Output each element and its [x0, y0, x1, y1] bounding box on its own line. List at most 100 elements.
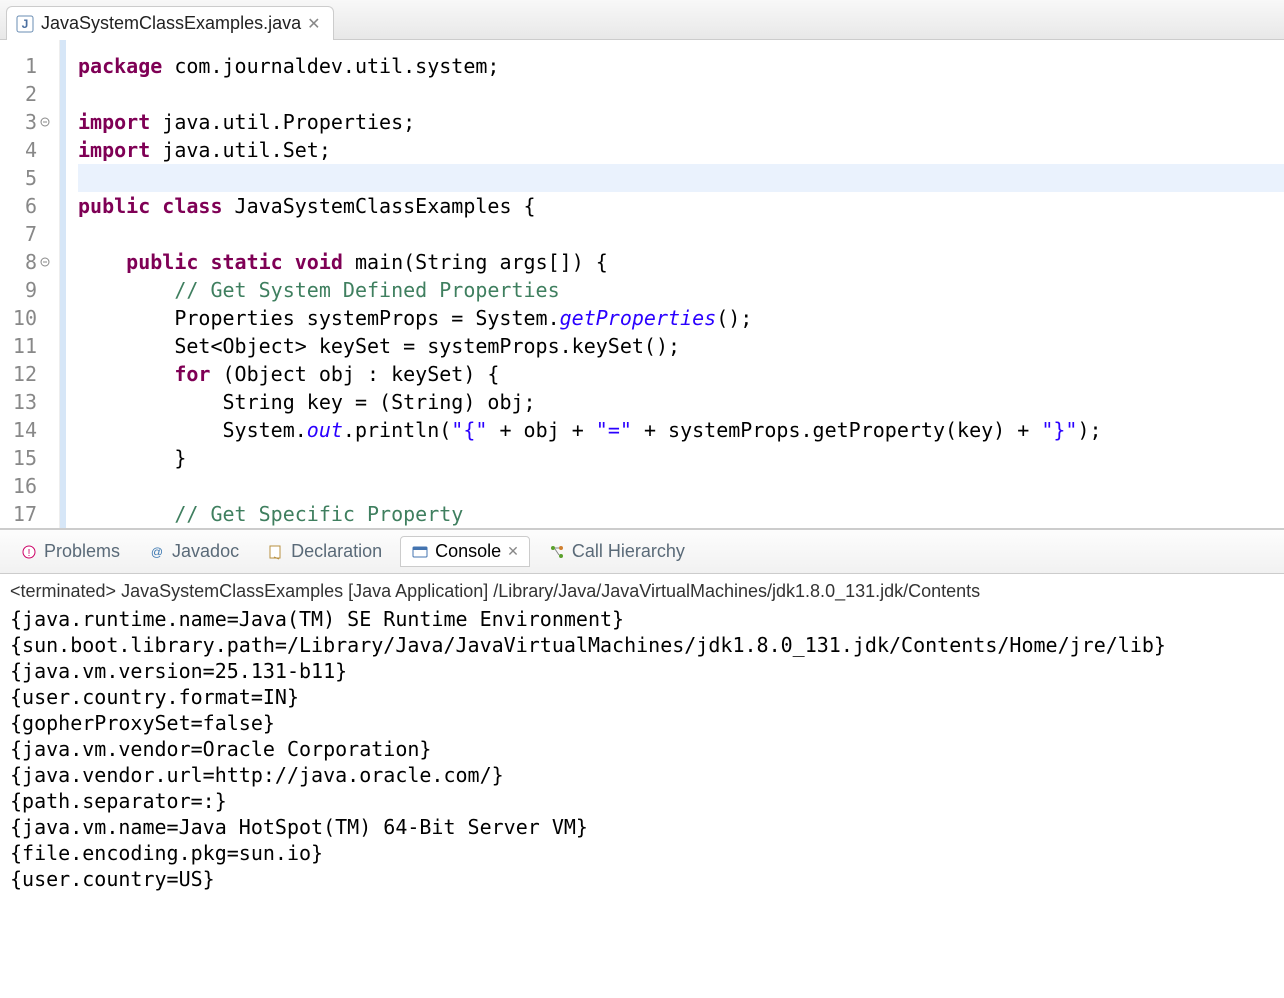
fold-marker[interactable] [39, 116, 51, 128]
line-number: 16 [13, 472, 37, 500]
svg-text:J: J [22, 17, 29, 31]
bottom-panel: ! Problems @ Javadoc Declaration Console… [0, 529, 1284, 896]
console-line: {java.vendor.url=http://java.oracle.com/… [10, 762, 1274, 788]
editor-body[interactable]: 1234567891011121314151617 package com.jo… [0, 40, 1284, 528]
fold-marker [39, 284, 51, 296]
fold-marker [39, 60, 51, 72]
fold-marker [39, 396, 51, 408]
view-tab-console[interactable]: Console ✕ [400, 536, 530, 567]
console-line: {user.country=US} [10, 866, 1274, 892]
code-line[interactable] [78, 164, 1284, 192]
console-line: {java.vm.version=25.131-b11} [10, 658, 1274, 684]
editor-tab-bar: J JavaSystemClassExamples.java ✕ [0, 0, 1284, 40]
line-number: 9 [25, 276, 37, 304]
code-line[interactable]: public static void main(String args[]) { [78, 248, 1284, 276]
code-line[interactable] [78, 472, 1284, 500]
view-tab-problems[interactable]: ! Problems [10, 537, 130, 566]
line-number: 7 [25, 220, 37, 248]
close-icon[interactable]: ✕ [307, 14, 320, 34]
code-line[interactable]: Properties systemProps = System.getPrope… [78, 304, 1284, 332]
editor-tab-active[interactable]: J JavaSystemClassExamples.java ✕ [6, 6, 334, 40]
console-line: {java.vm.vendor=Oracle Corporation} [10, 736, 1274, 762]
editor-tab-label: JavaSystemClassExamples.java [41, 13, 301, 34]
console-icon [411, 543, 429, 561]
svg-text:!: ! [28, 548, 31, 559]
line-number: 6 [25, 192, 37, 220]
console-line: {file.encoding.pkg=sun.io} [10, 840, 1274, 866]
gutter-row: 16 [0, 472, 55, 500]
code-area[interactable]: package com.journaldev.util.system; impor… [60, 40, 1284, 528]
console-output: {java.runtime.name=Java(TM) SE Runtime E… [10, 606, 1274, 892]
fold-marker [39, 172, 51, 184]
gutter-row: 5 [0, 164, 55, 192]
console-body[interactable]: <terminated> JavaSystemClassExamples [Ja… [0, 574, 1284, 896]
console-line: {path.separator=:} [10, 788, 1274, 814]
code-line[interactable]: public class JavaSystemClassExamples { [78, 192, 1284, 220]
code-line[interactable]: package com.journaldev.util.system; [78, 52, 1284, 80]
line-number: 12 [13, 360, 37, 388]
console-line: {java.vm.name=Java HotSpot(TM) 64-Bit Se… [10, 814, 1274, 840]
console-line: {gopherProxySet=false} [10, 710, 1274, 736]
close-icon[interactable]: ✕ [507, 543, 519, 560]
gutter-row: 12 [0, 360, 55, 388]
fold-marker [39, 88, 51, 100]
line-number: 13 [13, 388, 37, 416]
code-line[interactable]: // Get Specific Property [78, 500, 1284, 528]
line-number: 10 [13, 304, 37, 332]
gutter-row: 14 [0, 416, 55, 444]
code-line[interactable]: Set<Object> keySet = systemProps.keySet(… [78, 332, 1284, 360]
line-number: 17 [13, 500, 37, 528]
declaration-icon [267, 543, 285, 561]
code-line[interactable]: System.out.println("{" + obj + "=" + sys… [78, 416, 1284, 444]
line-number: 15 [13, 444, 37, 472]
code-line[interactable] [78, 80, 1284, 108]
fold-marker [39, 228, 51, 240]
code-line[interactable]: import java.util.Set; [78, 136, 1284, 164]
line-gutter: 1234567891011121314151617 [0, 40, 60, 528]
gutter-row: 1 [0, 52, 55, 80]
fold-marker[interactable] [39, 256, 51, 268]
gutter-row: 8 [0, 248, 55, 276]
fold-marker [39, 508, 51, 520]
java-file-icon: J [15, 14, 35, 34]
gutter-row: 10 [0, 304, 55, 332]
fold-marker [39, 340, 51, 352]
svg-text:@: @ [151, 545, 163, 559]
view-tab-label: Javadoc [172, 541, 239, 562]
view-tab-label: Problems [44, 541, 120, 562]
code-line[interactable]: // Get System Defined Properties [78, 276, 1284, 304]
gutter-row: 6 [0, 192, 55, 220]
line-number: 8 [25, 248, 37, 276]
console-line: {sun.boot.library.path=/Library/Java/Jav… [10, 632, 1274, 658]
gutter-row: 11 [0, 332, 55, 360]
line-number: 1 [25, 52, 37, 80]
gutter-row: 9 [0, 276, 55, 304]
fold-marker [39, 480, 51, 492]
fold-marker [39, 312, 51, 324]
views-tab-bar: ! Problems @ Javadoc Declaration Console… [0, 530, 1284, 574]
console-line: {user.country.format=IN} [10, 684, 1274, 710]
code-line[interactable]: } [78, 444, 1284, 472]
gutter-row: 7 [0, 220, 55, 248]
view-tab-label: Declaration [291, 541, 382, 562]
code-line[interactable]: import java.util.Properties; [78, 108, 1284, 136]
fold-marker [39, 452, 51, 464]
code-line[interactable] [78, 220, 1284, 248]
gutter-row: 17 [0, 500, 55, 528]
gutter-row: 4 [0, 136, 55, 164]
view-tab-javadoc[interactable]: @ Javadoc [138, 537, 249, 566]
view-tab-declaration[interactable]: Declaration [257, 537, 392, 566]
code-line[interactable]: String key = (String) obj; [78, 388, 1284, 416]
line-number: 4 [25, 136, 37, 164]
console-line: {java.runtime.name=Java(TM) SE Runtime E… [10, 606, 1274, 632]
view-tab-call-hierarchy[interactable]: Call Hierarchy [538, 537, 695, 566]
gutter-row: 2 [0, 80, 55, 108]
console-run-header: <terminated> JavaSystemClassExamples [Ja… [10, 578, 1274, 606]
line-number: 2 [25, 80, 37, 108]
view-tab-label: Console [435, 541, 501, 562]
gutter-row: 3 [0, 108, 55, 136]
code-line[interactable]: for (Object obj : keySet) { [78, 360, 1284, 388]
javadoc-icon: @ [148, 543, 166, 561]
fold-marker [39, 144, 51, 156]
call-hierarchy-icon [548, 543, 566, 561]
